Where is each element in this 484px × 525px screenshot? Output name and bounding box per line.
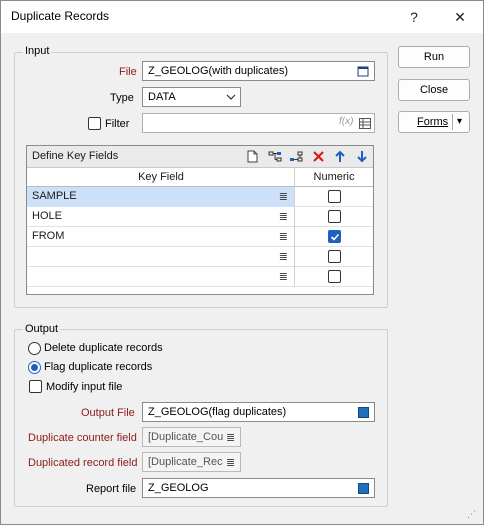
modify-input-checkbox[interactable] xyxy=(29,380,42,393)
file-color-icon[interactable] xyxy=(358,407,369,418)
resize-grip-icon[interactable]: ⋰ xyxy=(467,509,481,522)
numeric-cell xyxy=(295,187,373,207)
key-field-value: SAMPLE xyxy=(32,190,77,202)
field-menu-icon[interactable]: ≣ xyxy=(279,230,288,243)
numeric-cell xyxy=(295,267,373,287)
field-menu-icon[interactable]: ≣ xyxy=(279,190,288,203)
forms-label: Forms xyxy=(417,116,449,128)
output-file-input[interactable]: Z_GEOLOG(flag duplicates) xyxy=(142,402,375,422)
duplicated-field-value: [Duplicate_Rec xyxy=(148,456,223,468)
help-icon[interactable]: ? xyxy=(403,7,425,27)
title-bar: Duplicate Records ? ✕ xyxy=(1,1,483,33)
output-group-label: Output xyxy=(23,323,61,335)
expression-icon[interactable]: f(x) xyxy=(339,116,353,127)
table-row[interactable]: HOLE ≣ xyxy=(27,207,373,227)
report-file-label: Report file xyxy=(86,483,137,495)
delete-duplicates-label[interactable]: Delete duplicate records xyxy=(44,342,163,354)
key-field-cell[interactable]: ≣ xyxy=(27,247,295,267)
key-field-value: HOLE xyxy=(32,210,62,222)
field-menu-icon[interactable]: ≣ xyxy=(279,210,288,223)
numeric-checkbox[interactable] xyxy=(328,210,341,223)
key-field-column-header[interactable]: Key Field xyxy=(27,171,295,183)
table-row[interactable]: ≣ xyxy=(27,247,373,267)
forms-button[interactable]: Forms ▾ xyxy=(398,111,470,133)
table-row[interactable]: SAMPLE ≣ xyxy=(27,187,373,207)
window-title: Duplicate Records xyxy=(11,9,110,23)
delete-icon[interactable] xyxy=(313,151,324,162)
key-fields-grid: Define Key Fields Key Field Numeric SAMP… xyxy=(26,145,374,295)
numeric-checkbox[interactable] xyxy=(328,190,341,203)
numeric-cell xyxy=(295,207,373,227)
key-fields-title: Define Key Fields xyxy=(32,150,119,162)
key-field-cell[interactable]: SAMPLE ≣ xyxy=(27,187,295,207)
flag-duplicates-label[interactable]: Flag duplicate records xyxy=(44,361,152,373)
numeric-checkbox[interactable] xyxy=(328,230,341,243)
checkmark-icon xyxy=(330,233,340,241)
numeric-checkbox[interactable] xyxy=(328,250,341,263)
key-fields-toolbar: Define Key Fields xyxy=(27,146,373,168)
table-row[interactable]: ≣ xyxy=(27,267,373,287)
move-down-icon[interactable] xyxy=(357,150,367,163)
close-icon[interactable]: ✕ xyxy=(449,7,471,27)
key-fields-rows: SAMPLE ≣ HOLE ≣ FROM ≣ ≣ ≣ xyxy=(27,187,373,287)
output-file-value: Z_GEOLOG(flag duplicates) xyxy=(148,406,287,418)
output-file-label: Output File xyxy=(81,407,135,419)
duplicated-field-input[interactable]: [Duplicate_Rec ≣ xyxy=(142,452,241,472)
file-color-icon[interactable] xyxy=(358,483,369,494)
field-menu-icon[interactable]: ≣ xyxy=(226,431,235,444)
filter-input[interactable]: f(x) xyxy=(142,113,375,133)
forms-divider xyxy=(452,114,453,130)
file-browse-icon[interactable] xyxy=(357,65,369,77)
filter-label: Filter xyxy=(105,118,130,130)
filter-table-icon[interactable] xyxy=(359,118,371,129)
duplicate-records-dialog: Duplicate Records ? ✕ Run Close Forms ▾ … xyxy=(0,0,484,525)
field-menu-icon[interactable]: ≣ xyxy=(279,250,288,263)
duplicated-field-label: Duplicated record field xyxy=(28,457,138,469)
numeric-column-header[interactable]: Numeric xyxy=(295,171,373,183)
table-row[interactable]: FROM ≣ xyxy=(27,227,373,247)
counter-field-value: [Duplicate_Cou xyxy=(148,431,224,443)
numeric-cell xyxy=(295,227,373,247)
type-value: DATA xyxy=(148,91,176,103)
key-field-cell[interactable]: FROM ≣ xyxy=(27,227,295,247)
key-field-value: FROM xyxy=(32,230,65,242)
modify-input-label[interactable]: Modify input file xyxy=(46,381,122,393)
type-select[interactable]: DATA xyxy=(142,87,241,107)
close-button[interactable]: Close xyxy=(398,79,470,101)
run-button[interactable]: Run xyxy=(398,46,470,68)
new-file-icon[interactable] xyxy=(247,150,258,163)
chevron-down-icon[interactable]: ▾ xyxy=(457,112,462,132)
file-value: Z_GEOLOG(with duplicates) xyxy=(148,65,288,77)
insert-row-icon[interactable] xyxy=(268,151,283,163)
counter-field-label: Duplicate counter field xyxy=(28,432,137,444)
counter-field-input[interactable]: [Duplicate_Cou ≣ xyxy=(142,427,241,447)
flag-duplicates-radio[interactable] xyxy=(28,361,41,374)
numeric-checkbox[interactable] xyxy=(328,270,341,283)
move-up-icon[interactable] xyxy=(335,150,345,163)
filter-checkbox[interactable] xyxy=(88,117,101,130)
append-row-icon[interactable] xyxy=(289,151,304,163)
report-file-input[interactable]: Z_GEOLOG xyxy=(142,478,375,498)
field-menu-icon[interactable]: ≣ xyxy=(226,456,235,469)
key-field-cell[interactable]: ≣ xyxy=(27,267,295,287)
key-field-cell[interactable]: HOLE ≣ xyxy=(27,207,295,227)
key-fields-header: Key Field Numeric xyxy=(27,168,373,187)
input-group-label: Input xyxy=(23,45,52,57)
delete-duplicates-radio[interactable] xyxy=(28,342,41,355)
file-input[interactable]: Z_GEOLOG(with duplicates) xyxy=(142,61,375,81)
type-label: Type xyxy=(110,92,134,104)
chevron-down-icon xyxy=(226,94,236,100)
report-file-value: Z_GEOLOG xyxy=(148,482,209,494)
field-menu-icon[interactable]: ≣ xyxy=(279,270,288,283)
numeric-cell xyxy=(295,247,373,267)
file-label: File xyxy=(119,66,137,78)
